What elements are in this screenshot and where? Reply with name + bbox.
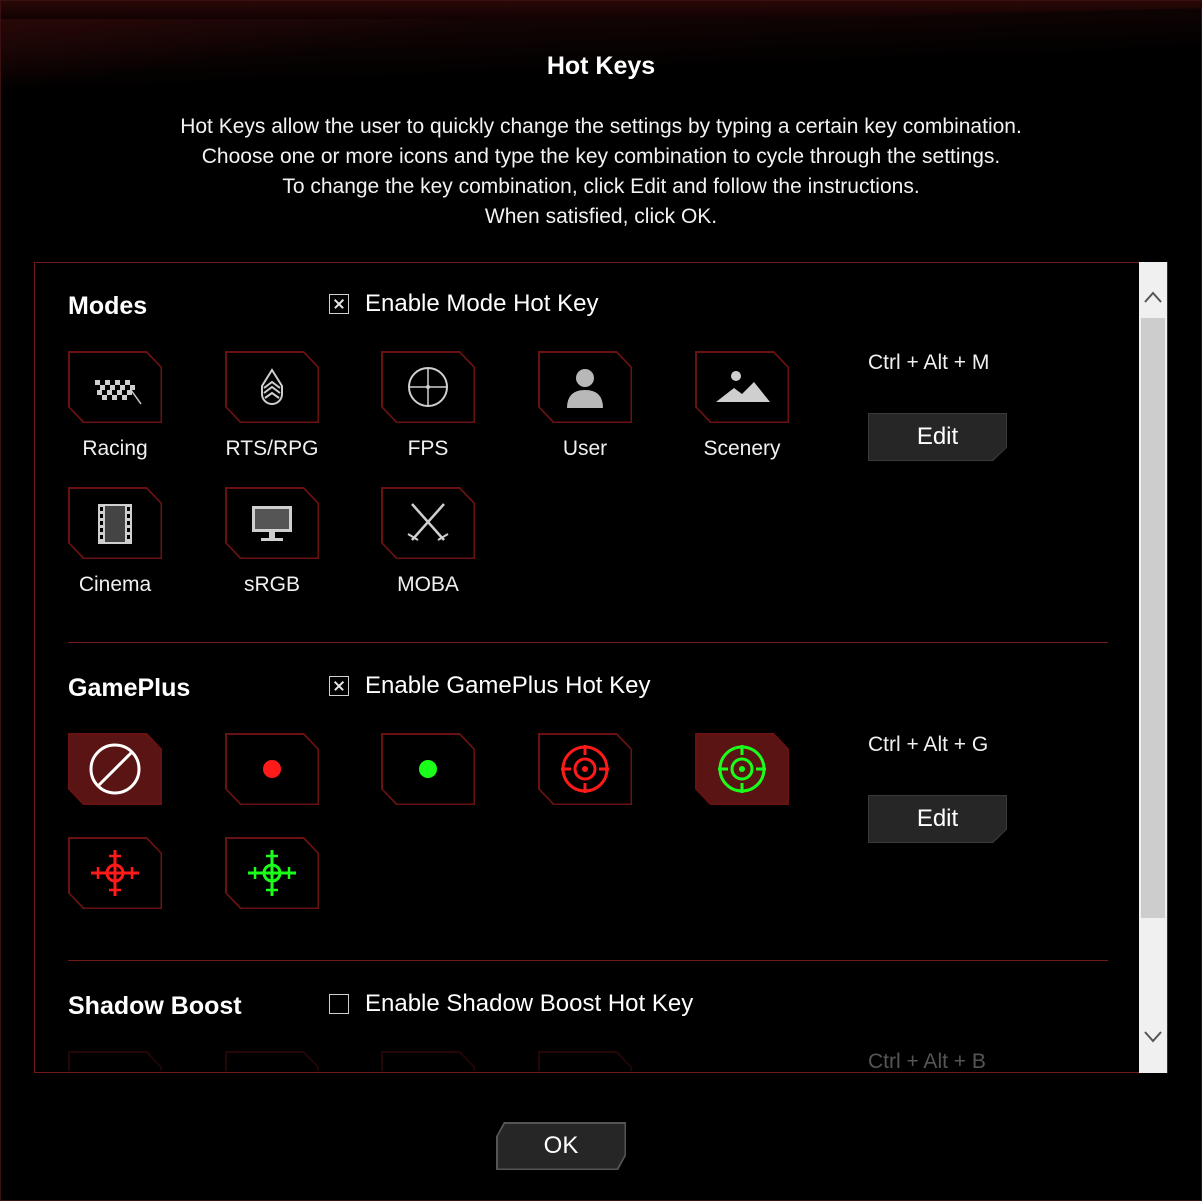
gameplus-tile-red-crosshair[interactable] [68, 837, 162, 909]
scroll-thumb[interactable] [1141, 318, 1165, 918]
green-dot-icon [381, 733, 475, 805]
green-crosshair-icon [225, 837, 319, 909]
ok-label: OK [543, 1132, 579, 1159]
modes-enable-checkbox[interactable]: Enable Mode Hot Key [329, 290, 598, 318]
crosshair-icon [381, 351, 475, 423]
modes-enable-label: Enable Mode Hot Key [365, 290, 599, 317]
gameplus-tile-green-target[interactable] [695, 733, 789, 805]
mode-label: FPS [407, 437, 449, 460]
shadow-boost-tile[interactable] [381, 1051, 475, 1071]
scroll-up-icon[interactable] [1139, 282, 1167, 312]
mode-tile-fps[interactable] [381, 351, 475, 423]
mode-tile-srgb[interactable] [225, 487, 319, 559]
mode-label: MOBA [397, 573, 459, 596]
edit-label: Edit [916, 805, 959, 832]
vertical-scrollbar[interactable] [1139, 262, 1167, 1073]
description-line: Choose one or more icons and type the ke… [201, 145, 1001, 168]
modes-hotkey: Ctrl + Alt + M [868, 351, 990, 374]
mode-label: Racing [82, 437, 148, 460]
gameplus-enable-label: Enable GamePlus Hot Key [365, 672, 651, 699]
shadow-boost-enable-checkbox[interactable]: Enable Shadow Boost Hot Key [329, 990, 693, 1018]
gameplus-tile-red-target[interactable] [538, 733, 632, 805]
ok-button[interactable]: OK [496, 1122, 626, 1170]
mode-tile-scenery[interactable] [695, 351, 789, 423]
shadow-boost-enable-label: Enable Shadow Boost Hot Key [365, 990, 694, 1017]
dialog-description: Hot Keys allow the user to quickly chang… [0, 112, 1202, 232]
shadow-boost-tile[interactable] [68, 1051, 162, 1071]
disabled-icon [68, 733, 162, 805]
gameplus-title: GamePlus [68, 674, 191, 702]
modes-edit-button[interactable]: Edit [868, 413, 1007, 461]
mode-tile-racing[interactable] [68, 351, 162, 423]
gameplus-tile-red-dot[interactable] [225, 733, 319, 805]
gameplus-hotkey: Ctrl + Alt + G [868, 733, 989, 756]
description-line: When satisfied, click OK. [484, 205, 718, 228]
checkbox-box[interactable] [329, 294, 349, 314]
user-icon [538, 351, 632, 423]
shadow-boost-title: Shadow Boost [68, 992, 242, 1020]
monitor-icon [225, 487, 319, 559]
mode-label: Cinema [78, 573, 152, 596]
mode-tile-cinema[interactable] [68, 487, 162, 559]
modes-title: Modes [68, 292, 148, 320]
gameplus-tile-off[interactable] [68, 733, 162, 805]
checkbox-box[interactable] [329, 994, 349, 1014]
gameplus-tile-green-dot[interactable] [381, 733, 475, 805]
checkbox-box[interactable] [329, 676, 349, 696]
red-target-icon [538, 733, 632, 805]
shadow-boost-tile[interactable] [225, 1051, 319, 1071]
red-crosshair-icon [68, 837, 162, 909]
mode-tile-moba[interactable] [381, 487, 475, 559]
gameplus-tile-green-crosshair[interactable] [225, 837, 319, 909]
scroll-down-icon[interactable] [1139, 1022, 1167, 1052]
crossed-swords-icon [381, 487, 475, 559]
section-divider [68, 960, 1108, 961]
shadow-boost-tiles-clipped: Ctrl + Alt + B [35, 1050, 1139, 1071]
green-target-icon [695, 733, 789, 805]
film-icon [68, 487, 162, 559]
rank-chevron-icon [225, 351, 319, 423]
mode-label: RTS/RPG [225, 437, 319, 460]
mode-tile-rts-rpg[interactable] [225, 351, 319, 423]
mode-label: sRGB [243, 573, 300, 596]
scenery-icon [695, 351, 789, 423]
mode-label: Scenery [703, 437, 781, 460]
dialog-title: Hot Keys [546, 52, 656, 80]
description-line: To change the key combination, click Edi… [282, 175, 920, 198]
racing-flag-icon [68, 351, 162, 423]
shadow-boost-tile[interactable] [538, 1051, 632, 1071]
gameplus-edit-button[interactable]: Edit [868, 795, 1007, 843]
red-dot-icon [225, 733, 319, 805]
edit-label: Edit [916, 423, 959, 450]
mode-tile-user[interactable] [538, 351, 632, 423]
description-line: Hot Keys allow the user to quickly chang… [180, 115, 1022, 138]
mode-label: User [562, 437, 608, 460]
section-divider [68, 642, 1108, 643]
gameplus-enable-checkbox[interactable]: Enable GamePlus Hot Key [329, 672, 650, 700]
shadow-boost-hotkey: Ctrl + Alt + B [868, 1050, 986, 1071]
